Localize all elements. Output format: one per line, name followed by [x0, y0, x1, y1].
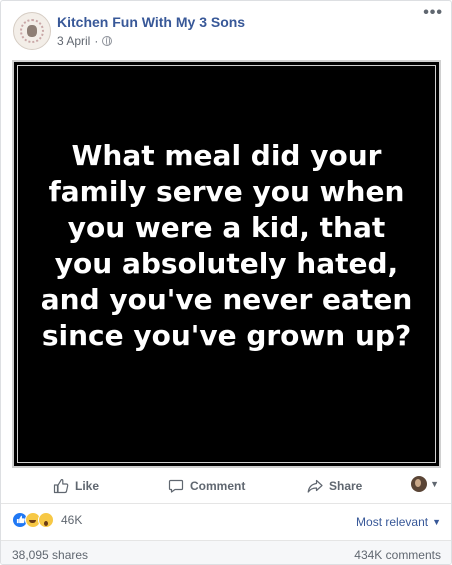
divider — [1, 503, 451, 504]
comment-icon — [168, 479, 184, 493]
image-inner-border: What meal did your family serve you when… — [17, 65, 436, 463]
viewer-avatar — [411, 476, 428, 492]
share-button[interactable]: Share — [307, 478, 362, 494]
comment-sort-dropdown[interactable]: Most relevant ▼ — [356, 515, 441, 529]
post-as-selector[interactable]: ▼ — [411, 476, 439, 492]
share-label: Share — [329, 479, 363, 493]
like-label: Like — [75, 479, 100, 493]
comment-button[interactable]: Comment — [168, 478, 245, 494]
ellipsis-icon[interactable]: ••• — [423, 5, 443, 21]
post-image[interactable]: What meal did your family serve you when… — [12, 60, 441, 468]
reaction-summary[interactable]: 46K — [12, 512, 82, 528]
post-meta: 3 April · — [57, 34, 113, 48]
reaction-count: 46K — [61, 513, 83, 527]
wow-reaction-icon — [38, 512, 54, 528]
shares-count[interactable]: 38,095 shares — [12, 548, 88, 562]
comments-count[interactable]: 434K comments — [354, 548, 441, 562]
thumbs-up-icon — [53, 478, 69, 494]
avatar-figure — [27, 25, 37, 37]
image-quote-text: What meal did your family serve you when… — [40, 139, 413, 352]
meta-separator: · — [94, 34, 99, 48]
comment-label: Comment — [190, 479, 246, 493]
post-card: Kitchen Fun With My 3 Sons 3 April · •••… — [0, 0, 452, 565]
sort-label: Most relevant — [356, 515, 429, 529]
post-date[interactable]: 3 April — [57, 34, 90, 48]
share-icon — [307, 479, 323, 493]
post-footer: 38,095 shares 434K comments — [1, 541, 451, 564]
chevron-down-icon: ▼ — [430, 479, 439, 489]
chevron-down-icon: ▼ — [432, 517, 441, 527]
page-avatar[interactable] — [13, 12, 51, 50]
post-header: Kitchen Fun With My 3 Sons 3 April · ••• — [1, 1, 451, 61]
action-bar: Like Comment Share ▼ — [13, 471, 439, 501]
like-button[interactable]: Like — [53, 478, 99, 494]
globe-icon[interactable] — [102, 36, 113, 46]
page-name-link[interactable]: Kitchen Fun With My 3 Sons — [57, 14, 245, 30]
